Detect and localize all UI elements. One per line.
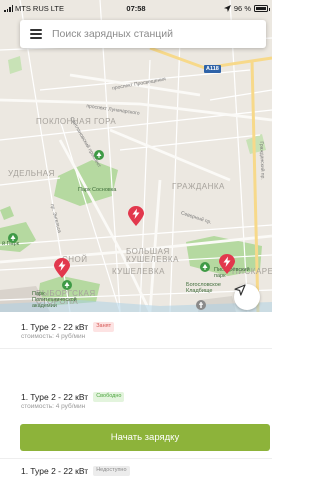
connector-item[interactable]: 1. Type 2 - 22 кВт Недоступно [0, 466, 272, 476]
navigation-arrow-icon [234, 284, 246, 296]
cross-icon [196, 300, 206, 310]
connector-title: 1. Type 2 - 22 кВт [21, 392, 89, 402]
status-badge-unavailable: Недоступно [93, 466, 130, 476]
district-label: ГРАЖДАНКА [172, 182, 225, 191]
tree-icon [94, 150, 104, 160]
status-badge-busy: Занят [93, 322, 115, 332]
start-charging-button[interactable]: Начать зарядку [20, 424, 270, 451]
park-label: Парк Сосновка [78, 187, 117, 193]
park-label: Парк Политехнической академии [32, 291, 77, 309]
connector-price: стоимость: 4 руб/мин [21, 333, 86, 340]
connector-item[interactable]: 1. Type 2 - 22 кВт Свободно стоимость: 4… [0, 392, 272, 410]
connector-price: стоимость: 4 руб/мин [21, 403, 86, 410]
park-sosnovka-area [54, 160, 118, 206]
status-bar: MTS RUS LTE 07:58 96 % [0, 0, 272, 16]
connector-item[interactable]: 1. Type 2 - 22 кВт Занят стоимость: 4 ру… [0, 322, 272, 340]
divider [0, 458, 272, 459]
connector-title: 1. Type 2 - 22 кВт [21, 322, 89, 332]
district-label: КУШЕЛЕВКА [112, 267, 165, 276]
battery-percent: 96 % [233, 4, 251, 13]
divider [0, 348, 272, 349]
road-badge: A118 [204, 65, 221, 73]
location-arrow-icon [223, 5, 231, 12]
district-label: УДЕЛЬНАЯ [8, 169, 55, 178]
tree-icon [8, 233, 18, 243]
status-badge-free: Свободно [93, 392, 125, 402]
charging-station-pin[interactable] [128, 206, 144, 226]
park-label: Богословское Кладбище [186, 282, 221, 294]
charging-station-pin[interactable] [219, 254, 235, 274]
connector-title: 1. Type 2 - 22 кВт [21, 466, 89, 476]
hamburger-menu-icon[interactable] [20, 20, 52, 48]
charging-station-pin[interactable] [54, 258, 70, 278]
search-bar [20, 20, 266, 48]
locate-me-button[interactable] [234, 284, 260, 310]
status-right: 96 % [223, 4, 270, 13]
tree-icon [200, 262, 210, 272]
street-label: Гражданский пр. [258, 141, 266, 180]
battery-icon [254, 5, 270, 12]
search-input[interactable] [52, 28, 252, 40]
district-label: БОЛЬШАЯ КУШЕЛЕВКА [126, 247, 179, 265]
tree-icon [62, 280, 72, 290]
